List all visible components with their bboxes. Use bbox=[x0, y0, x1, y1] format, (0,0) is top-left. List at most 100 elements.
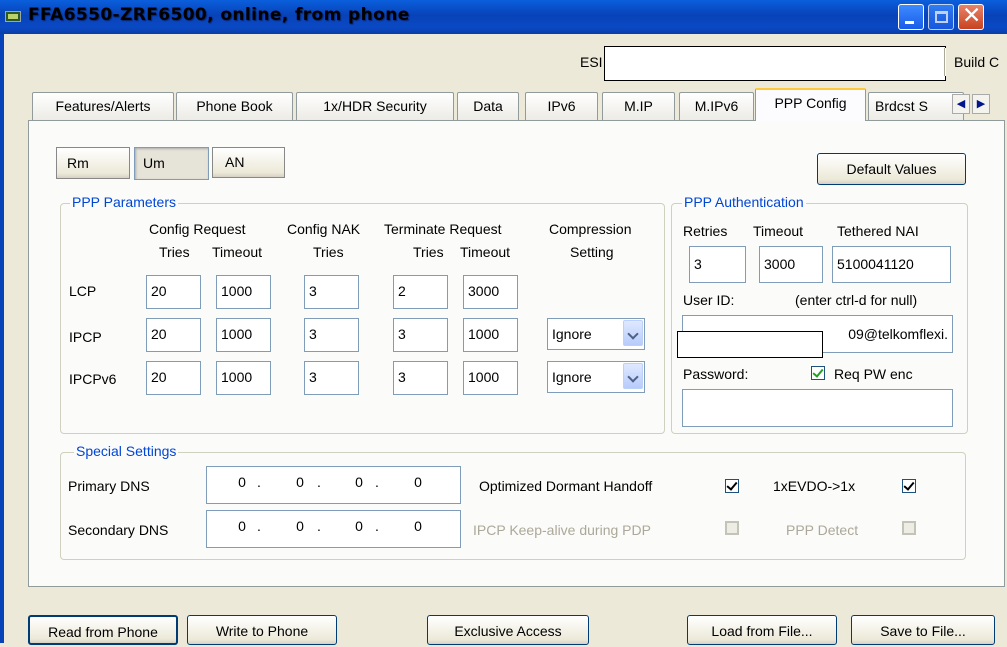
segment-an[interactable]: AN bbox=[212, 147, 285, 178]
tethered-nai-input[interactable]: 5100041120 bbox=[832, 246, 951, 283]
build-label: Build C bbox=[954, 54, 1000, 70]
read-from-phone-button[interactable]: Read from Phone bbox=[28, 615, 178, 645]
secondary-dns-input[interactable]: 0 . 0 . 0 . 0 bbox=[206, 510, 461, 548]
save-to-file-button[interactable]: Save to File... bbox=[851, 615, 995, 645]
exclusive-access-button[interactable]: Exclusive Access bbox=[427, 615, 589, 645]
header-config-nak: Config NAK bbox=[287, 221, 361, 237]
auth-timeout-input[interactable]: 3000 bbox=[759, 246, 823, 283]
esn-label: ESI bbox=[580, 54, 603, 70]
ipcpv6-cr-timeout-input[interactable]: 1000 bbox=[216, 361, 271, 395]
ipcpv6-compression-value: Ignore bbox=[552, 369, 592, 385]
special-settings-title: Special Settings bbox=[74, 443, 179, 459]
tab-1x-hdr-security[interactable]: 1x/HDR Security bbox=[296, 92, 454, 120]
tab-brdcst[interactable]: Brdcst S bbox=[868, 92, 964, 120]
ipcpv6-tr-timeout-input[interactable]: 1000 bbox=[463, 361, 518, 395]
user-id-label: User ID: bbox=[683, 292, 735, 308]
optimized-dormant-handoff-label: Optimized Dormant Handoff bbox=[479, 478, 653, 494]
ipcpv6-compression-select[interactable]: Ignore bbox=[547, 361, 645, 393]
window-frame-left bbox=[0, 34, 4, 643]
header-compression: Compression bbox=[549, 221, 632, 237]
secondary-dns-label: Secondary DNS bbox=[68, 522, 169, 538]
load-from-file-button[interactable]: Load from File... bbox=[687, 615, 837, 645]
tab-mip[interactable]: M.IP bbox=[602, 92, 675, 120]
tab-ipv6[interactable]: IPv6 bbox=[525, 92, 598, 120]
minimize-icon bbox=[905, 21, 914, 24]
primary-dns-label: Primary DNS bbox=[68, 478, 150, 494]
ppp-detect-checkbox[interactable] bbox=[902, 521, 916, 535]
user-id-hint: (enter ctrl-d for null) bbox=[795, 292, 918, 308]
ipcp-compression-value: Ignore bbox=[552, 326, 592, 342]
tab-mipv6[interactable]: M.IPv6 bbox=[679, 92, 754, 120]
ipcp-keepalive-checkbox[interactable] bbox=[725, 521, 739, 535]
ipcpv6-tr-tries-input[interactable]: 3 bbox=[393, 361, 448, 395]
lcp-tr-tries-input[interactable]: 2 bbox=[393, 275, 448, 309]
header-cr-tries: Tries bbox=[159, 244, 190, 260]
ipcp-nak-tries-input[interactable]: 3 bbox=[304, 318, 359, 352]
tab-scroll-right-icon[interactable]: ▶ bbox=[972, 94, 990, 114]
auth-retries-input[interactable]: 3 bbox=[689, 246, 746, 283]
auth-retries-label: Retries bbox=[683, 223, 728, 239]
app-icon bbox=[5, 11, 21, 22]
secondary-dns-dot: . bbox=[317, 518, 321, 534]
ipcp-cr-timeout-input[interactable]: 1000 bbox=[216, 318, 271, 352]
header-tr-timeout: Timeout bbox=[460, 244, 511, 260]
primary-dns-input[interactable]: 0 . 0 . 0 . 0 bbox=[206, 466, 461, 504]
chevron-down-icon[interactable] bbox=[623, 363, 643, 389]
tab-features-alerts[interactable]: Features/Alerts bbox=[32, 92, 174, 120]
row-label-ipcpv6: IPCPv6 bbox=[69, 371, 117, 387]
password-label: Password: bbox=[683, 366, 749, 382]
write-to-phone-button[interactable]: Write to Phone bbox=[187, 615, 337, 645]
lcp-cr-timeout-input[interactable]: 1000 bbox=[216, 275, 271, 309]
header-config-request: Config Request bbox=[149, 221, 246, 237]
segment-rm[interactable]: Rm bbox=[56, 147, 130, 179]
header-setting: Setting bbox=[570, 244, 614, 260]
password-input[interactable] bbox=[682, 389, 953, 427]
lcp-tr-timeout-input[interactable]: 3000 bbox=[463, 275, 518, 309]
ipcp-keepalive-label: IPCP Keep-alive during PDP bbox=[473, 522, 651, 538]
primary-dns-octet-2: 0 bbox=[296, 474, 304, 490]
tab-ppp-config[interactable]: PPP Config bbox=[755, 88, 866, 121]
primary-dns-octet-4: 0 bbox=[414, 474, 422, 490]
evdo-to-1x-checkbox[interactable] bbox=[902, 479, 916, 493]
maximize-icon bbox=[935, 11, 948, 23]
primary-dns-dot: . bbox=[257, 474, 261, 490]
maximize-button[interactable] bbox=[928, 4, 954, 30]
ipcp-tr-tries-input[interactable]: 3 bbox=[393, 318, 448, 352]
tethered-nai-label: Tethered NAI bbox=[837, 223, 919, 239]
secondary-dns-octet-2: 0 bbox=[296, 518, 304, 534]
ipcp-cr-tries-input[interactable]: 20 bbox=[146, 318, 201, 352]
lcp-nak-tries-input[interactable]: 3 bbox=[304, 275, 359, 309]
chevron-down-icon[interactable] bbox=[623, 320, 643, 346]
row-label-lcp: LCP bbox=[69, 283, 97, 299]
req-pw-enc-checkbox[interactable] bbox=[811, 366, 825, 380]
ipcpv6-nak-tries-input[interactable]: 3 bbox=[304, 361, 359, 395]
ppp-detect-label: PPP Detect bbox=[786, 522, 859, 538]
status-separator bbox=[944, 48, 946, 76]
minimize-button[interactable] bbox=[898, 4, 924, 30]
close-button[interactable]: ✕ bbox=[958, 3, 984, 30]
ipcp-compression-select[interactable]: Ignore bbox=[547, 318, 645, 350]
secondary-dns-dot: . bbox=[375, 518, 379, 534]
tab-scroll-left-icon[interactable]: ◀ bbox=[952, 94, 970, 114]
header-nak-tries: Tries bbox=[313, 244, 344, 260]
optimized-dormant-handoff-checkbox[interactable] bbox=[725, 479, 739, 493]
segment-um[interactable]: Um bbox=[134, 147, 209, 180]
primary-dns-dot: . bbox=[375, 474, 379, 490]
header-terminate-request: Terminate Request bbox=[384, 221, 502, 237]
esn-value-redacted bbox=[604, 46, 946, 81]
auth-timeout-label: Timeout bbox=[753, 223, 804, 239]
lcp-cr-tries-input[interactable]: 20 bbox=[146, 275, 201, 309]
ipcpv6-cr-tries-input[interactable]: 20 bbox=[146, 361, 201, 395]
ppp-parameters-title: PPP Parameters bbox=[70, 194, 179, 210]
special-settings-group bbox=[60, 452, 966, 560]
tab-phone-book[interactable]: Phone Book bbox=[176, 92, 293, 120]
ppp-authentication-title: PPP Authentication bbox=[682, 194, 806, 210]
header-tr-tries: Tries bbox=[413, 244, 444, 260]
row-label-ipcp: IPCP bbox=[69, 329, 102, 345]
tab-data[interactable]: Data bbox=[457, 92, 519, 120]
default-values-button[interactable]: Default Values bbox=[817, 153, 966, 185]
req-pw-enc-label: Req PW enc bbox=[834, 366, 913, 382]
window-title: FFA6550-ZRF6500, online, from phone bbox=[28, 5, 410, 25]
ipcp-tr-timeout-input[interactable]: 1000 bbox=[463, 318, 518, 352]
evdo-to-1x-label: 1xEVDO->1x bbox=[773, 478, 856, 494]
